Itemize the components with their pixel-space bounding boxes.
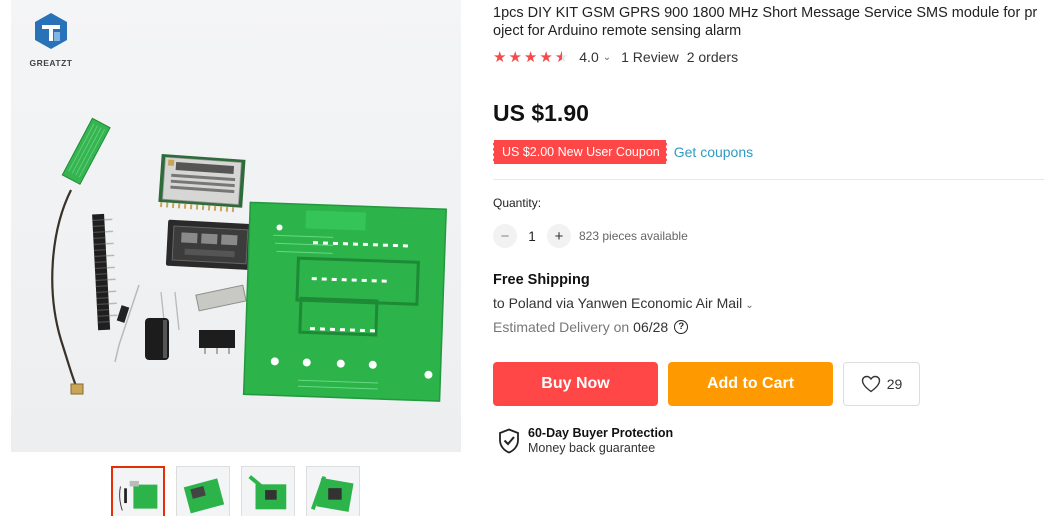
protection-title: 60-Day Buyer Protection (528, 426, 674, 440)
orders-count: 2 orders (686, 49, 739, 65)
thumbnail-1[interactable] (111, 466, 165, 516)
thumbnail-image (248, 475, 287, 510)
pieces-available: 823 pieces available (579, 229, 688, 243)
product-title: 1pcs DIY KIT GSM GPRS 900 1800 MHz Short… (493, 5, 1038, 39)
thumbnail-2[interactable] (176, 466, 230, 516)
shipping-destination-text: to Poland via Yanwen Economic Air Mail (493, 295, 743, 311)
rating-stars: ★ ★ ★ ★ ★ (493, 50, 568, 65)
star-half-icon: ★ (555, 50, 568, 65)
chevron-down-icon: ⌄ (745, 300, 754, 311)
heart-icon (861, 375, 880, 393)
new-user-coupon-badge[interactable]: US $2.00 New User Coupon (493, 140, 667, 164)
buy-now-button[interactable]: Buy Now (493, 362, 658, 406)
quantity-stepper: − 1 + 823 pieces available (493, 224, 688, 248)
thumbnail-image (183, 478, 225, 514)
shipping-title: Free Shipping (493, 272, 590, 288)
quantity-increase-button[interactable]: + (547, 224, 571, 248)
thumbnail-4[interactable] (306, 466, 360, 516)
coupon-row: US $2.00 New User Coupon Get coupons (493, 140, 753, 164)
thumbnail-image (310, 475, 354, 512)
star-icon: ★ (523, 48, 538, 66)
brand-logo-icon (35, 13, 67, 49)
wishlist-button[interactable]: 29 (843, 362, 920, 406)
rating-value[interactable]: 4.0 (579, 49, 598, 65)
shield-check-icon (499, 428, 519, 454)
quantity-decrease-button[interactable]: − (493, 224, 517, 248)
reviews-link[interactable]: 1 Review (621, 49, 679, 65)
quantity-input[interactable]: 1 (517, 229, 547, 244)
star-icon: ★ (508, 48, 522, 66)
estimated-delivery: Estimated Delivery on 06/28 ? (493, 319, 689, 335)
product-price: US $1.90 (493, 100, 589, 126)
get-coupons-link[interactable]: Get coupons (674, 144, 753, 160)
add-to-cart-button[interactable]: Add to Cart (668, 362, 833, 406)
delivery-date: 06/28 (633, 319, 669, 335)
thumbnail-3[interactable] (241, 466, 295, 516)
star-icon: ★ (539, 48, 553, 66)
brand-name: GREATZT (29, 58, 73, 68)
shipping-destination[interactable]: to Poland via Yanwen Economic Air Mail ⌄ (493, 295, 764, 311)
help-icon[interactable]: ? (674, 320, 689, 334)
rating-row: ★ ★ ★ ★ ★ 4.0 ⌄ 1 Review 2 orders (493, 48, 738, 66)
quantity-label: Quantity: (493, 196, 542, 210)
wishlist-count: 29 (886, 376, 903, 392)
delivery-label: Estimated Delivery on (493, 319, 630, 335)
divider (493, 179, 1044, 180)
protection-subtitle: Money back guarantee (528, 441, 656, 455)
main-product-image[interactable]: GREATZT (11, 0, 461, 452)
chevron-down-icon[interactable]: ⌄ (603, 52, 611, 63)
star-icon: ★ (493, 48, 507, 66)
buyer-protection: 60-Day Buyer Protection Money back guara… (498, 426, 673, 456)
brand-logo: GREATZT (22, 6, 80, 70)
thumbnail-image (119, 480, 158, 511)
